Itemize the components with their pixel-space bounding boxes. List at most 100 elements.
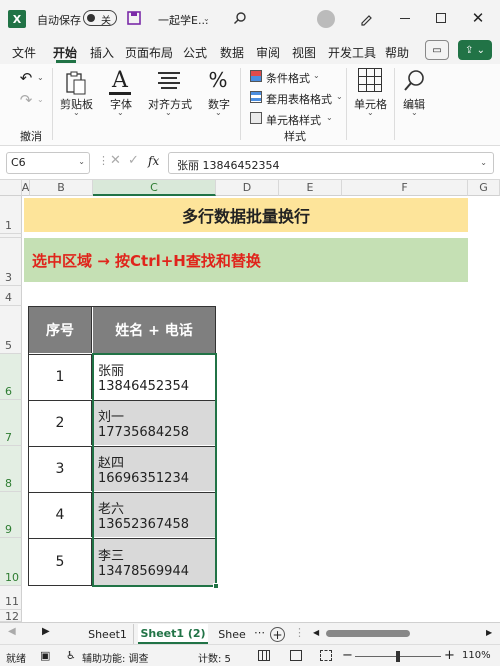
add-sheet-icon[interactable]: +: [270, 627, 285, 642]
tab-sheet1[interactable]: Sheet1: [82, 624, 134, 644]
name-box[interactable]: C6 ⌄: [6, 152, 90, 174]
fill-handle[interactable]: [213, 583, 219, 589]
column-header-f[interactable]: F: [342, 180, 468, 196]
conditional-format-button[interactable]: 条件格式: [266, 70, 310, 86]
menu-page-layout[interactable]: 页面布局: [125, 44, 173, 61]
hscroll-right-icon[interactable]: ▶: [486, 628, 492, 637]
row-header-3[interactable]: 3: [0, 238, 22, 286]
zoom-level[interactable]: 110%: [462, 650, 491, 661]
menu-developer[interactable]: 开发工具: [328, 44, 376, 61]
row-header-5[interactable]: 5: [0, 306, 22, 354]
page-break-view-icon[interactable]: [320, 650, 332, 661]
row-number-cell[interactable]: 4: [29, 492, 92, 537]
undo-icon[interactable]: ↶: [17, 69, 35, 87]
font-chevron-icon[interactable]: ⌄: [117, 108, 124, 117]
row-header-7[interactable]: 7: [0, 400, 22, 446]
column-header-a[interactable]: A: [22, 180, 30, 196]
clipboard-icon[interactable]: [64, 70, 88, 96]
instruction-banner[interactable]: 选中区域 → 按Ctrl+H查找和替换: [24, 238, 468, 282]
cells-icon[interactable]: [358, 68, 382, 92]
autosave-toggle[interactable]: 关: [83, 10, 117, 27]
column-header-d[interactable]: D: [216, 180, 279, 196]
macro-record-icon[interactable]: ▣: [40, 649, 50, 662]
zoom-out-icon[interactable]: −: [342, 648, 353, 663]
menu-formulas[interactable]: 公式: [183, 44, 207, 61]
close-icon[interactable]: ✕: [470, 9, 486, 27]
font-color-icon[interactable]: A: [108, 66, 132, 94]
sheet-title[interactable]: 多行数据批量换行: [24, 198, 468, 232]
menu-file[interactable]: 文件: [12, 44, 36, 61]
editing-chevron-icon[interactable]: ⌄: [411, 108, 418, 117]
row-header-1[interactable]: 1: [0, 196, 22, 234]
title-chevron-down-icon[interactable]: ⌄: [203, 14, 210, 23]
formula-input[interactable]: 张丽 13846452354 ⌄: [168, 152, 494, 174]
menu-help[interactable]: 帮助: [385, 44, 409, 61]
cancel-icon[interactable]: ✕: [110, 153, 121, 168]
hscroll-left-icon[interactable]: ◀: [313, 628, 319, 637]
save-icon[interactable]: [126, 10, 142, 26]
tab-sheet1-2[interactable]: Sheet1 (2): [138, 624, 208, 644]
row-header-11[interactable]: 11: [0, 586, 22, 610]
row-header-6[interactable]: 6: [0, 354, 22, 400]
table-format-chevron-icon[interactable]: ⌄: [336, 92, 343, 101]
select-all-corner[interactable]: [0, 180, 22, 196]
page-layout-view-icon[interactable]: [290, 650, 302, 661]
formula-bar: C6 ⌄ ⋮ ✕ ✓ fx 张丽 13846452354 ⌄: [0, 146, 500, 180]
minimize-icon[interactable]: [400, 18, 410, 19]
row-number-cell[interactable]: 5: [29, 538, 92, 585]
search-icon[interactable]: [232, 10, 248, 26]
tab-sheet3[interactable]: Shee: [212, 624, 252, 644]
menu-data[interactable]: 数据: [220, 44, 244, 61]
redo-chevron-icon[interactable]: ⌄: [37, 95, 44, 104]
maximize-icon[interactable]: [436, 13, 446, 23]
header-name-phone[interactable]: 姓名 + 电话: [93, 307, 215, 353]
row-header-12[interactable]: 12: [0, 610, 22, 623]
tab-scroll-left-icon[interactable]: ◀: [8, 626, 16, 637]
share-button[interactable]: ⇪ ⌄: [458, 40, 492, 60]
row-number-cell[interactable]: 3: [29, 446, 92, 491]
status-accessibility[interactable]: 辅助功能: 调查: [82, 650, 149, 665]
alignment-chevron-icon[interactable]: ⌄: [165, 108, 172, 117]
tab-scroll-right-icon[interactable]: ▶: [42, 626, 50, 637]
align-icon[interactable]: [158, 72, 180, 90]
row-header-4[interactable]: 4: [0, 286, 22, 306]
column-header-e[interactable]: E: [279, 180, 342, 196]
number-chevron-icon[interactable]: ⌄: [215, 108, 222, 117]
column-header-g[interactable]: G: [468, 180, 500, 196]
table-format-button[interactable]: 套用表格格式: [266, 91, 332, 107]
redo-icon[interactable]: ↷: [17, 91, 35, 109]
pen-icon[interactable]: [358, 11, 374, 27]
zoom-slider-thumb[interactable]: [396, 651, 400, 662]
menu-insert[interactable]: 插入: [90, 44, 114, 61]
cond-format-chevron-icon[interactable]: ⌄: [313, 71, 320, 80]
undo-chevron-icon[interactable]: ⌄: [37, 73, 44, 82]
column-header-c[interactable]: C: [93, 180, 216, 196]
enter-icon[interactable]: ✓: [128, 153, 139, 168]
cells-chevron-icon[interactable]: ⌄: [367, 108, 374, 117]
zoom-in-icon[interactable]: +: [444, 648, 455, 663]
menu-home[interactable]: 开始: [53, 44, 77, 61]
user-avatar[interactable]: [317, 10, 335, 28]
header-number[interactable]: 序号: [29, 307, 92, 353]
row-header-10[interactable]: 10: [0, 538, 22, 586]
find-icon[interactable]: [402, 68, 426, 94]
percent-icon[interactable]: %: [206, 68, 230, 92]
menu-review[interactable]: 审阅: [256, 44, 280, 61]
accessibility-icon[interactable]: ♿: [66, 649, 76, 662]
column-header-b[interactable]: B: [30, 180, 93, 196]
row-header-9[interactable]: 9: [0, 492, 22, 538]
menu-view[interactable]: 视图: [292, 44, 316, 61]
insert-function-icon[interactable]: fx: [148, 154, 159, 168]
horizontal-scrollbar[interactable]: [326, 630, 410, 637]
cell-style-button[interactable]: 单元格样式: [266, 112, 321, 128]
name-box-chevron-icon[interactable]: ⌄: [78, 157, 85, 166]
row-header-8[interactable]: 8: [0, 446, 22, 492]
normal-view-icon[interactable]: [258, 650, 270, 661]
formula-expand-icon[interactable]: ⌄: [480, 158, 487, 167]
row-number-cell[interactable]: 2: [29, 400, 92, 445]
clipboard-chevron-icon[interactable]: ⌄: [73, 108, 80, 117]
comments-icon[interactable]: ▭: [425, 40, 449, 60]
tab-more-icon[interactable]: ⋯: [254, 626, 265, 639]
cell-style-chevron-icon[interactable]: ⌄: [326, 113, 333, 122]
row-number-cell[interactable]: 1: [29, 354, 92, 399]
